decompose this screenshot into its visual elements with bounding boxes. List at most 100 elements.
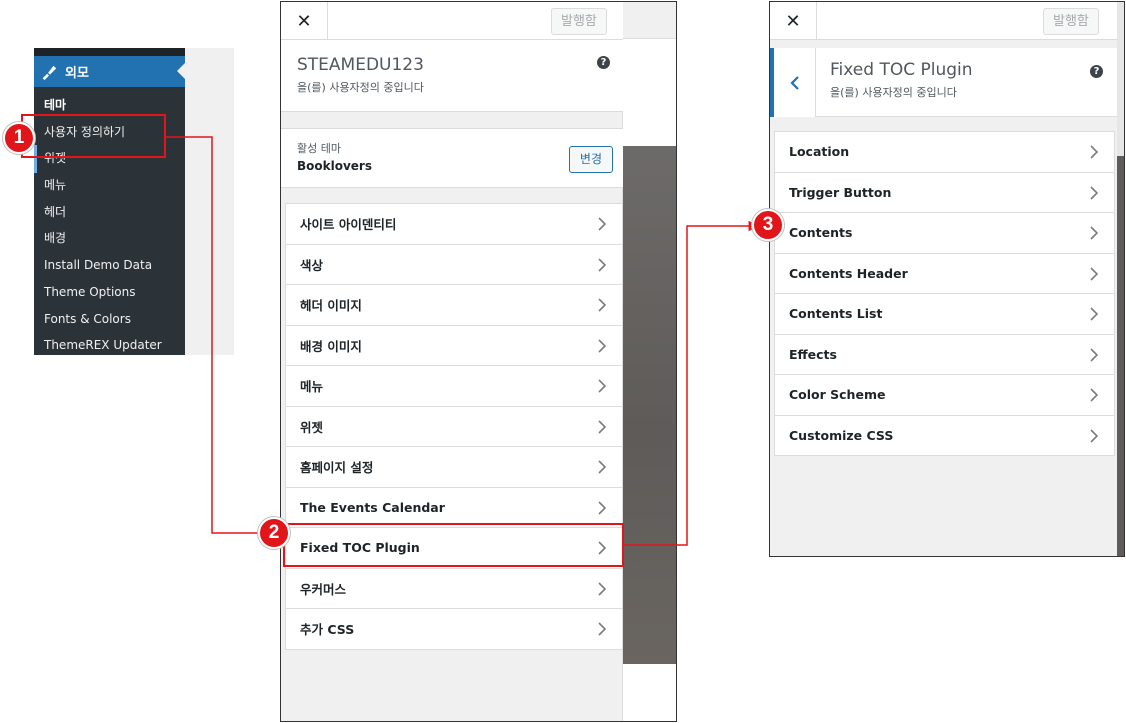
section-menus[interactable]: 메뉴 <box>285 366 623 407</box>
publish-button[interactable]: 발행함 <box>551 8 607 35</box>
toc-section-contents-list[interactable]: Contents List <box>774 294 1115 335</box>
preview-scroll-strip <box>1117 2 1124 556</box>
change-theme-button[interactable]: 변경 <box>568 146 613 173</box>
toc-section-contents-header[interactable]: Contents Header <box>774 253 1115 294</box>
step-badge-1: 1 <box>3 122 35 154</box>
back-button[interactable] <box>770 48 816 117</box>
paintbrush-icon <box>42 65 57 80</box>
chevron-right-icon <box>1090 428 1099 443</box>
chevron-right-icon <box>598 419 607 434</box>
chevron-left-icon <box>789 75 799 90</box>
toc-section-customize-css[interactable]: Customize CSS <box>774 415 1115 456</box>
chevron-right-icon <box>598 217 607 231</box>
admin-submenu-item-themerex-updater[interactable]: ThemeREX Updater <box>34 332 185 359</box>
toc-info-box: Fixed TOC Plugin 을(를) 사용자정의 중입니다 ? <box>770 48 1117 117</box>
chevron-right-icon <box>598 460 607 474</box>
section-label: 추가 CSS <box>300 622 355 638</box>
section-woocommerce[interactable]: 우커머스 <box>285 568 623 609</box>
chevron-right-icon <box>1090 347 1099 362</box>
close-customizer-button[interactable]: ✕ <box>770 2 817 40</box>
chevron-right-icon <box>1090 185 1099 200</box>
section-label: 색상 <box>300 257 324 273</box>
customizer-main-panel: ✕ 발행함 STEAMEDU123 을(를) 사용자정의 중입니다 ? 활성 테… <box>280 1 677 722</box>
section-label: The Events Calendar <box>300 499 445 515</box>
chevron-right-icon <box>598 500 607 515</box>
section-label: 우커머스 <box>300 581 347 597</box>
preview-image-strip <box>1117 156 1124 556</box>
admin-menu-header-label: 외모 <box>65 66 89 81</box>
customizer-section-list: 사이트 아이덴티티 색상 헤더 이미지 배경 이미지 메뉴 위젯 홈페이지 설정… <box>285 203 623 650</box>
admin-sidebar-panel: 외모 테마 사용자 정의하기 위젯 메뉴 헤더 배경 Install Demo … <box>34 48 234 355</box>
toc-section-contents[interactable]: Contents <box>774 213 1115 254</box>
admin-menu-active-notch <box>177 63 185 79</box>
chevron-right-icon <box>1090 145 1099 159</box>
chevron-right-icon <box>598 338 607 353</box>
customizer-info-box: STEAMEDU123 을(를) 사용자정의 중입니다 ? <box>281 40 623 112</box>
section-label: Trigger Button <box>789 184 892 200</box>
help-icon[interactable]: ? <box>597 56 610 69</box>
toc-section-effects[interactable]: Effects <box>774 334 1115 375</box>
panel-title: Fixed TOC Plugin <box>830 60 973 80</box>
section-label: 헤더 이미지 <box>300 298 362 314</box>
chevron-right-icon <box>598 622 607 636</box>
section-label: Effects <box>789 346 837 362</box>
chevron-right-icon <box>598 257 607 272</box>
active-theme-name: Booklovers <box>297 159 372 173</box>
section-label: Contents <box>789 225 853 241</box>
section-label: Contents List <box>789 306 883 322</box>
toc-section-trigger-button[interactable]: Trigger Button <box>774 172 1115 213</box>
section-label: Customize CSS <box>789 427 894 443</box>
section-homepage-settings[interactable]: 홈페이지 설정 <box>285 447 623 488</box>
admin-submenu-item-theme-options[interactable]: Theme Options <box>34 279 185 306</box>
section-label: Color Scheme <box>789 387 886 403</box>
toc-header-bar: ✕ 발행함 <box>770 2 1117 40</box>
publish-button[interactable]: 발행함 <box>1043 8 1099 35</box>
chevron-right-icon <box>1090 226 1099 240</box>
section-label: 사이트 아이덴티티 <box>300 217 397 233</box>
section-label: Location <box>789 144 850 160</box>
preview-toolbar <box>623 2 676 39</box>
section-label: 메뉴 <box>300 379 324 395</box>
section-events-calendar[interactable]: The Events Calendar <box>285 487 623 528</box>
admin-menu-top-strip <box>34 48 185 56</box>
section-label: 위젯 <box>300 419 324 435</box>
chevron-right-icon <box>1090 307 1099 321</box>
section-additional-css[interactable]: 추가 CSS <box>285 609 623 650</box>
section-label: 홈페이지 설정 <box>300 460 374 476</box>
section-site-identity[interactable]: 사이트 아이덴티티 <box>285 204 623 245</box>
admin-submenu-item-fonts-colors[interactable]: Fonts & Colors <box>34 306 185 333</box>
help-icon[interactable]: ? <box>1090 65 1103 78</box>
site-title: STEAMEDU123 <box>297 55 424 75</box>
step-badge-3: 3 <box>752 209 784 241</box>
preview-hero-image <box>623 146 676 664</box>
toc-section-location[interactable]: Location <box>774 132 1115 173</box>
highlight-fixed-toc-section <box>283 523 624 567</box>
step-badge-2: 2 <box>258 517 290 549</box>
customizing-subtitle: 을(를) 사용자정의 중입니다 <box>830 86 957 99</box>
section-label: 배경 이미지 <box>300 338 362 354</box>
active-theme-section: 활성 테마 Booklovers 변경 <box>281 128 623 188</box>
admin-submenu-item-background[interactable]: 배경 <box>34 225 185 252</box>
admin-submenu-item-install-demo[interactable]: Install Demo Data <box>34 252 185 279</box>
customizer-header-bar: ✕ 발행함 <box>281 2 623 40</box>
active-theme-label: 활성 테마 <box>297 142 341 155</box>
toc-section-color-scheme[interactable]: Color Scheme <box>774 375 1115 416</box>
close-customizer-button[interactable]: ✕ <box>281 2 328 40</box>
toc-section-list: Location Trigger Button Contents Content… <box>774 131 1115 456</box>
fixed-toc-panel: ✕ 발행함 Fixed TOC Plugin 을(를) 사용자정의 중입니다 ?… <box>769 1 1125 557</box>
chevron-right-icon <box>598 298 607 312</box>
section-widgets[interactable]: 위젯 <box>285 406 623 447</box>
site-preview <box>623 2 676 721</box>
section-header-image[interactable]: 헤더 이미지 <box>285 285 623 326</box>
highlight-customize-menu-item <box>21 114 166 158</box>
admin-submenu-item-header[interactable]: 헤더 <box>34 199 185 226</box>
customizer-sidebar: ✕ 발행함 STEAMEDU123 을(를) 사용자정의 중입니다 ? 활성 테… <box>281 2 623 721</box>
chevron-right-icon <box>598 581 607 596</box>
section-background-image[interactable]: 배경 이미지 <box>285 325 623 366</box>
section-label: Contents Header <box>789 265 908 281</box>
admin-menu-appearance-header[interactable]: 외모 <box>34 56 185 87</box>
customizing-subtitle: 을(를) 사용자정의 중입니다 <box>297 81 424 94</box>
chevron-right-icon <box>1090 266 1099 281</box>
admin-submenu-item-menus[interactable]: 메뉴 <box>34 172 185 199</box>
section-colors[interactable]: 색상 <box>285 244 623 285</box>
